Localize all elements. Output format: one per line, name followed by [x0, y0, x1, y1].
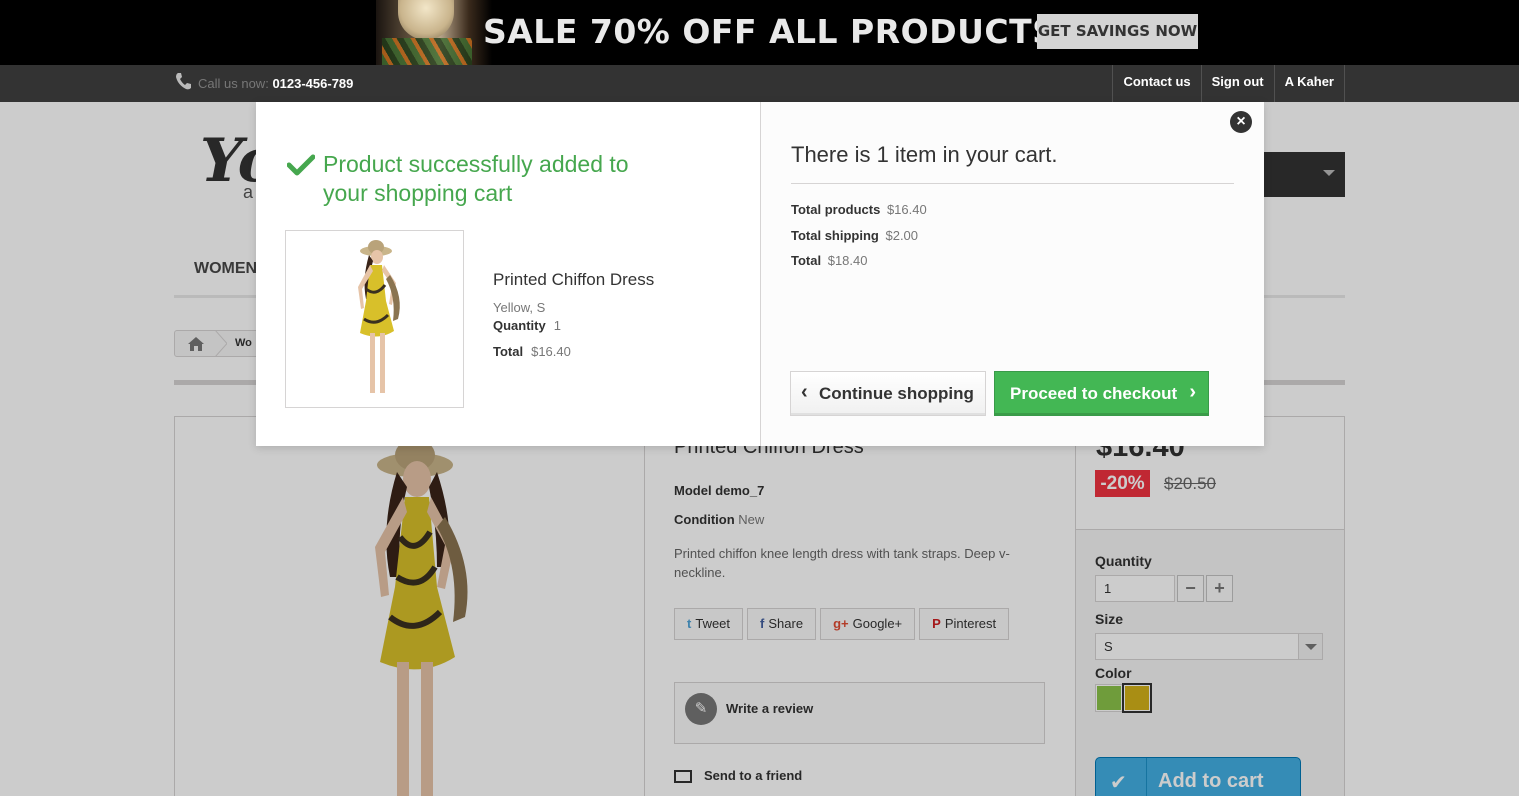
- total-products-label: Total products: [791, 202, 881, 217]
- contact-us-link[interactable]: Contact us: [1112, 65, 1200, 102]
- call-label: Call us now:: [198, 76, 269, 91]
- total-row: Total $18.40: [791, 253, 867, 268]
- total-products-value: $16.40: [886, 202, 927, 217]
- promo-banner[interactable]: SALE 70% OFF ALL PRODUCTS GET SAVINGS NO…: [0, 0, 1519, 65]
- account-name-link[interactable]: A Kaher: [1273, 65, 1345, 102]
- continue-shopping-button[interactable]: ‹ Continue shopping: [790, 371, 986, 416]
- total-shipping-row: Total shipping $2.00: [791, 228, 918, 243]
- cart-product-thumbnail: [285, 230, 464, 408]
- phone-icon: [176, 73, 191, 90]
- total-value: $18.40: [827, 253, 868, 268]
- dress-thumbnail: [358, 240, 400, 393]
- proceed-to-checkout-button[interactable]: Proceed to checkout ›: [994, 371, 1209, 416]
- success-message: Product successfully added to your shopp…: [323, 151, 629, 206]
- cart-product-quantity: Quantity 1: [493, 318, 561, 333]
- get-savings-button[interactable]: GET SAVINGS NOW: [1037, 14, 1198, 49]
- continue-shopping-label: Continue shopping: [819, 384, 974, 403]
- modal-product-panel: Product successfully added to your shopp…: [256, 102, 761, 446]
- cart-product-name: Printed Chiffon Dress: [493, 270, 655, 289]
- banner-headline: SALE 70% OFF ALL PRODUCTS: [483, 12, 1057, 51]
- total-shipping-value: $2.00: [885, 228, 919, 243]
- proceed-to-checkout-label: Proceed to checkout: [1010, 384, 1178, 403]
- cart-total-label: Total: [493, 344, 524, 359]
- cart-product-attributes: Yellow, S: [493, 300, 546, 315]
- sign-out-link[interactable]: Sign out: [1200, 65, 1274, 102]
- cart-count-message: There is 1 item in your cart.: [791, 142, 1058, 167]
- call-us-text: Call us now: 0123-456-789: [198, 76, 353, 91]
- cart-product-total: Total $16.40: [493, 344, 571, 359]
- close-icon[interactable]: ×: [1230, 111, 1252, 133]
- success-check-icon: [287, 154, 315, 176]
- total-shipping-label: Total shipping: [791, 228, 879, 243]
- add-to-cart-modal: Product successfully added to your shopp…: [256, 102, 1264, 446]
- account-links: Contact us Sign out A Kaher: [1112, 65, 1345, 102]
- total-label: Total: [791, 253, 822, 268]
- cart-quantity-label: Quantity: [493, 318, 546, 333]
- chevron-left-icon: ‹: [801, 381, 808, 403]
- modal-cart-panel: There is 1 item in your cart. Total prod…: [761, 102, 1264, 446]
- top-nav: Call us now: 0123-456-789 Contact us Sig…: [0, 65, 1519, 102]
- total-products-row: Total products $16.40: [791, 202, 927, 217]
- phone-number: 0123-456-789: [272, 76, 354, 91]
- banner-model-photo: [376, 0, 492, 65]
- chevron-right-icon: ›: [1189, 381, 1196, 403]
- divider: [791, 183, 1234, 184]
- cart-total-value: $16.40: [531, 344, 571, 359]
- cart-quantity-value: 1: [553, 318, 561, 333]
